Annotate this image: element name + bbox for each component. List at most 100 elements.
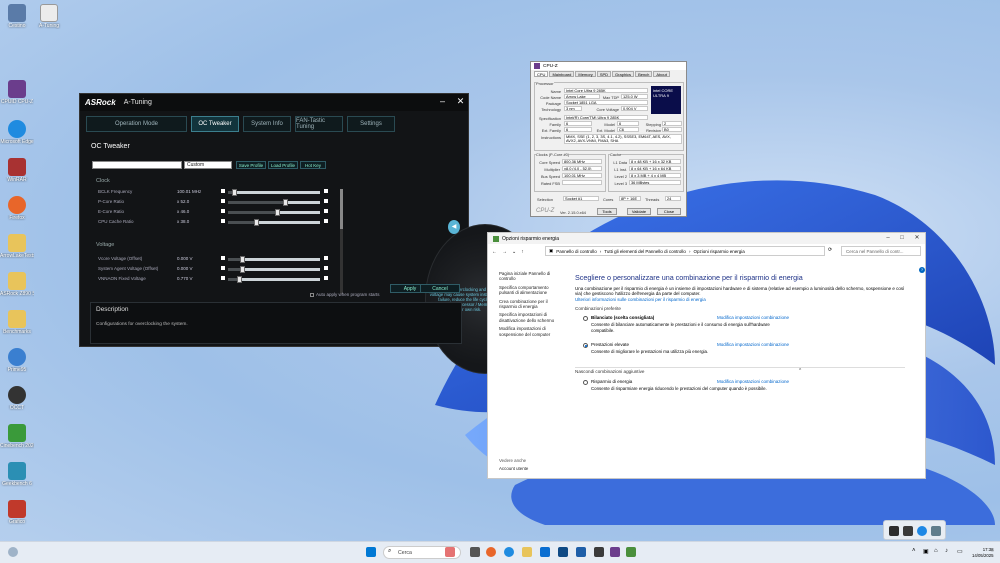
help-icon[interactable]: ? bbox=[919, 267, 925, 273]
edge-taskbar-icon[interactable] bbox=[504, 547, 514, 557]
decrement-icon[interactable] bbox=[221, 199, 225, 203]
slider-track[interactable] bbox=[228, 219, 320, 226]
increment-icon[interactable] bbox=[324, 199, 328, 203]
breadcrumb-item[interactable]: Pannello di controllo bbox=[556, 249, 597, 254]
tab-system-info[interactable]: System Info bbox=[243, 116, 291, 132]
slider-handle[interactable] bbox=[274, 209, 280, 216]
decrement-icon[interactable] bbox=[221, 256, 225, 260]
decrement-icon[interactable] bbox=[221, 276, 225, 280]
save-profile-button[interactable]: Save Profile bbox=[236, 161, 266, 169]
breadcrumb-item[interactable]: Opzioni risparmio energia bbox=[693, 249, 744, 254]
hidden-plans-divider[interactable]: Nascondi combinazioni aggiuntive ⌃ bbox=[575, 367, 905, 375]
tab-cpu[interactable]: CPU bbox=[534, 71, 549, 77]
desktop-icon-edge[interactable]: Microsoft Edge bbox=[0, 120, 34, 145]
validate-button[interactable]: Validate bbox=[627, 208, 651, 215]
network-icon[interactable]: ⌂ bbox=[934, 548, 938, 554]
word-icon[interactable] bbox=[576, 547, 586, 557]
slider-track[interactable] bbox=[228, 209, 320, 216]
dropdown-chevron-icon[interactable]: ⌄ bbox=[512, 249, 516, 255]
widgets-icon[interactable] bbox=[8, 547, 18, 557]
tab-operation-mode[interactable]: Operation Mode bbox=[86, 116, 187, 132]
change-plan-link[interactable]: Modifica impostazioni combinazione bbox=[717, 379, 789, 384]
decrement-icon[interactable] bbox=[221, 219, 225, 223]
user-accounts-link[interactable]: Account utente bbox=[499, 466, 528, 471]
tab-about[interactable]: About bbox=[653, 71, 670, 77]
create-plan-link[interactable]: Crea combinazione per il risparmio di en… bbox=[499, 299, 561, 310]
up-arrow-icon[interactable]: ↑ bbox=[521, 249, 524, 255]
chevron-up-icon[interactable]: ˄ bbox=[912, 548, 916, 554]
start-windows-icon[interactable] bbox=[366, 547, 376, 557]
desktop-icon-folder-1[interactable]: ArrowLakeTests bbox=[0, 234, 34, 259]
minimize-icon[interactable]: – bbox=[883, 234, 893, 243]
tray-icon[interactable]: ▣ bbox=[923, 548, 929, 555]
slider-track[interactable] bbox=[228, 189, 320, 196]
cpuz-titlebar[interactable]: CPU-Z bbox=[531, 62, 686, 70]
search-input[interactable]: Cerca nel Pannello di contr... bbox=[841, 246, 921, 256]
atuning-titlebar[interactable]: ASRock A-Tuning bbox=[80, 94, 468, 111]
decrement-icon[interactable] bbox=[221, 189, 225, 193]
tab-oc-tweaker[interactable]: OC Tweaker bbox=[191, 116, 239, 132]
desktop-icon-cinebench[interactable]: Cinebench 2024 bbox=[0, 424, 34, 449]
profile-select[interactable] bbox=[92, 161, 182, 169]
tab-graphics[interactable]: Graphics bbox=[612, 71, 635, 77]
desktop-icon-firefox[interactable]: Firefox bbox=[0, 196, 34, 221]
outlook-icon[interactable] bbox=[558, 547, 568, 557]
tab-mainboard[interactable]: Mainboard bbox=[549, 71, 575, 77]
cancel-button[interactable]: Cancel bbox=[420, 284, 460, 293]
tab-fan-tastic[interactable]: FAN-Tastic Tuning bbox=[295, 116, 343, 132]
tab-spd[interactable]: SPD bbox=[596, 71, 612, 77]
power-options-window[interactable]: Opzioni risparmio energia – □ ✕ ← → ⌄ ↑ … bbox=[487, 232, 926, 479]
collapse-chevron-icon[interactable]: ⌃ bbox=[798, 368, 802, 374]
cpuz-window[interactable]: CPU-Z CPU Mainboard Memory SPD Graphics … bbox=[530, 61, 687, 217]
increment-icon[interactable] bbox=[324, 256, 328, 260]
slider-handle[interactable] bbox=[239, 256, 245, 263]
desktop-icon-grafico[interactable]: Grafico bbox=[0, 500, 34, 525]
desktop-icon-recycle-bin[interactable]: Cestino bbox=[0, 4, 34, 29]
desktop-icon-prime95[interactable]: Prime95 bbox=[0, 348, 34, 373]
volume-icon[interactable]: ♪ bbox=[945, 548, 948, 554]
task-view-icon[interactable] bbox=[470, 547, 480, 557]
hot-key-button[interactable]: Hot Key bbox=[300, 161, 326, 169]
slider-handle[interactable] bbox=[237, 276, 243, 283]
tab-memory[interactable]: Memory bbox=[575, 71, 596, 77]
desktop-icon-cpuz[interactable]: CPUID CPU-Z bbox=[0, 80, 34, 105]
search-highlight-icon[interactable] bbox=[445, 547, 455, 557]
breadcrumb-item[interactable]: Tutti gli elementi del Pannello di contr… bbox=[604, 249, 686, 254]
slider-track[interactable] bbox=[228, 276, 320, 283]
collapse-arrow-icon[interactable]: ◀ bbox=[448, 220, 460, 234]
desktop-icon-atuning[interactable]: A-Tuning bbox=[32, 4, 66, 29]
tab-bench[interactable]: Bench bbox=[635, 71, 653, 77]
change-plan-link[interactable]: Modifica impostazioni combinazione bbox=[717, 315, 789, 320]
refresh-icon[interactable]: ⟳ bbox=[828, 247, 832, 253]
selection-dropdown[interactable]: Socket #1 bbox=[563, 196, 599, 201]
increment-icon[interactable] bbox=[324, 189, 328, 193]
increment-icon[interactable] bbox=[324, 209, 328, 213]
slider-handle[interactable] bbox=[283, 199, 289, 206]
radio-power-saver[interactable] bbox=[583, 380, 588, 386]
cp-home-link[interactable]: Pagina iniziale Pannello di controllo bbox=[499, 271, 561, 282]
decrement-icon[interactable] bbox=[221, 266, 225, 270]
change-plan-link[interactable]: Modifica impostazioni combinazione bbox=[717, 342, 789, 347]
address-path[interactable]: ▣ Pannello di controllo › Tutti gli eleme… bbox=[545, 246, 825, 256]
slider-track[interactable] bbox=[228, 266, 320, 273]
more-info-link[interactable]: Ulteriori informazioni sulle combinazion… bbox=[575, 297, 905, 302]
decrement-icon[interactable] bbox=[221, 209, 225, 213]
tray-app-icon[interactable] bbox=[903, 526, 913, 536]
close-icon[interactable]: ✕ bbox=[456, 97, 465, 106]
display-off-link[interactable]: Specifica impostazioni di disattivazione… bbox=[499, 312, 561, 323]
desktop-icon-folder-3[interactable]: Benchmarks bbox=[0, 310, 34, 335]
store-icon[interactable] bbox=[540, 547, 550, 557]
tab-settings[interactable]: Settings bbox=[347, 116, 395, 132]
desktop-icon-geekbench[interactable]: Geekbench 6 bbox=[0, 462, 34, 487]
slider-handle[interactable] bbox=[239, 266, 245, 273]
cp-titlebar[interactable]: Opzioni risparmio energia bbox=[488, 233, 925, 244]
power-buttons-link[interactable]: Specifica comportamento pulsanti di alim… bbox=[499, 285, 561, 296]
close-icon[interactable]: ✕ bbox=[912, 234, 922, 243]
desktop-icon-occt[interactable]: OCCT bbox=[0, 386, 34, 411]
file-explorer-icon[interactable] bbox=[522, 547, 532, 557]
profile-name-field[interactable]: Custom bbox=[184, 161, 232, 169]
tools-button[interactable]: Tools bbox=[597, 208, 617, 215]
forward-arrow-icon[interactable]: → bbox=[502, 249, 507, 255]
load-profile-button[interactable]: Load Profile bbox=[268, 161, 298, 169]
slider-track[interactable] bbox=[228, 199, 320, 206]
